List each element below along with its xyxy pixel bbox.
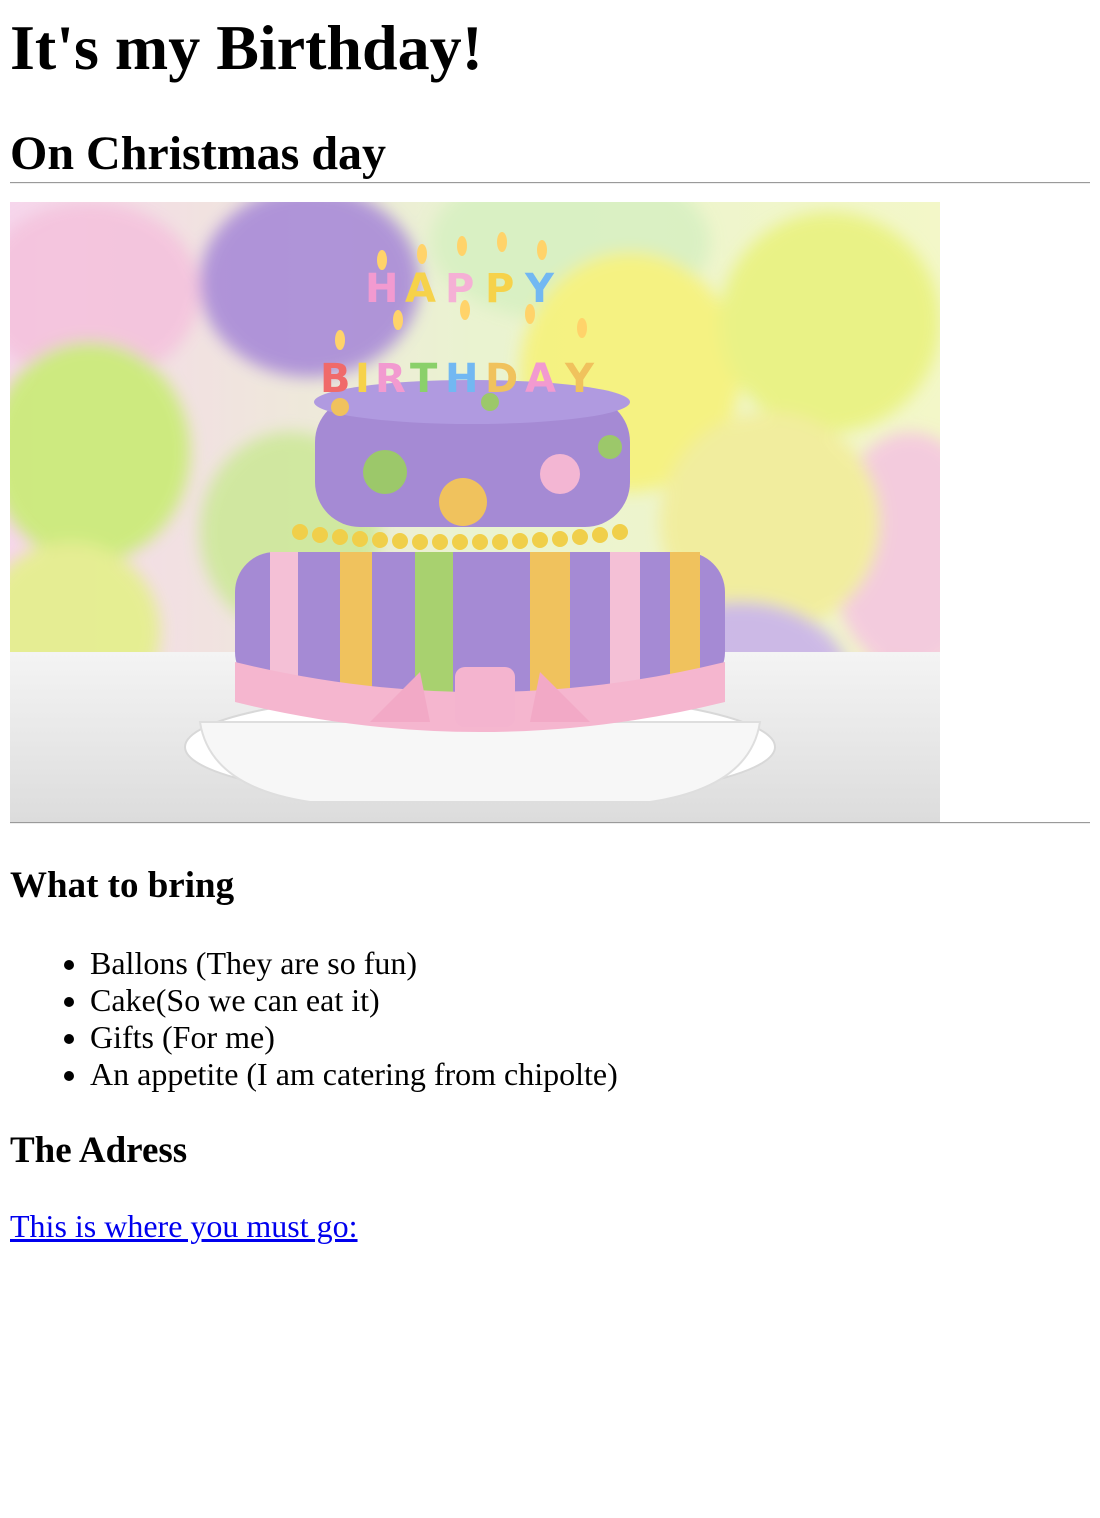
svg-text:R: R (375, 356, 406, 402)
list-item: Cake(So we can eat it) (90, 982, 1090, 1019)
divider-top (10, 182, 1090, 184)
svg-text:H: H (445, 356, 478, 402)
list-item: Gifts (For me) (90, 1019, 1090, 1056)
svg-text:I: I (355, 356, 370, 402)
list-item: Ballons (They are so fun) (90, 945, 1090, 982)
bring-heading: What to bring (10, 865, 235, 906)
divider-bottom (10, 822, 1090, 824)
svg-text:T: T (410, 356, 438, 402)
svg-text:P: P (485, 266, 514, 312)
svg-text:Y: Y (564, 356, 595, 402)
bring-list: Ballons (They are so fun) Cake(So we can… (10, 945, 1090, 1093)
list-item: An appetite (I am catering from chipolte… (90, 1056, 1090, 1093)
svg-text:P: P (445, 266, 474, 312)
svg-text:B: B (320, 356, 351, 402)
address-heading: The Adress (10, 1130, 188, 1171)
birthday-cake-image: H A P P Y B I R T H D A Y (10, 202, 940, 822)
svg-text:A: A (525, 356, 556, 402)
address-link[interactable]: This is where you must go: (10, 1208, 358, 1245)
page-content: It's my Birthday! On Christmas day H A P… (0, 0, 1100, 1245)
svg-text:D: D (485, 356, 518, 402)
page-subtitle: On Christmas day (10, 127, 387, 180)
svg-text:H: H (365, 266, 398, 312)
svg-text:A: A (405, 266, 436, 312)
page-title: It's my Birthday! (10, 12, 483, 83)
